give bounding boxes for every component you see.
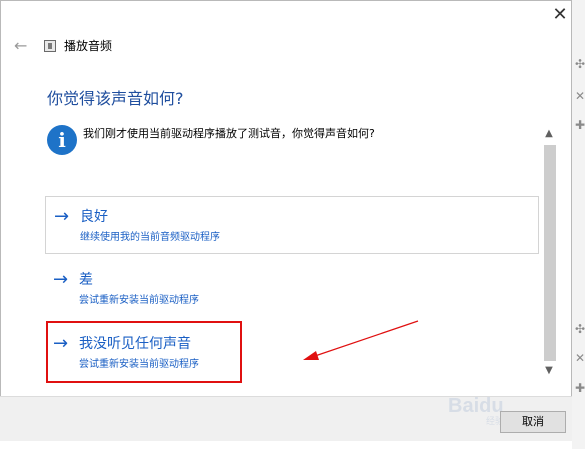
annotation-arrow-icon — [303, 320, 419, 360]
baidu-watermark: Baidu — [448, 395, 504, 417]
cancel-button[interactable]: 取消 — [500, 411, 566, 433]
